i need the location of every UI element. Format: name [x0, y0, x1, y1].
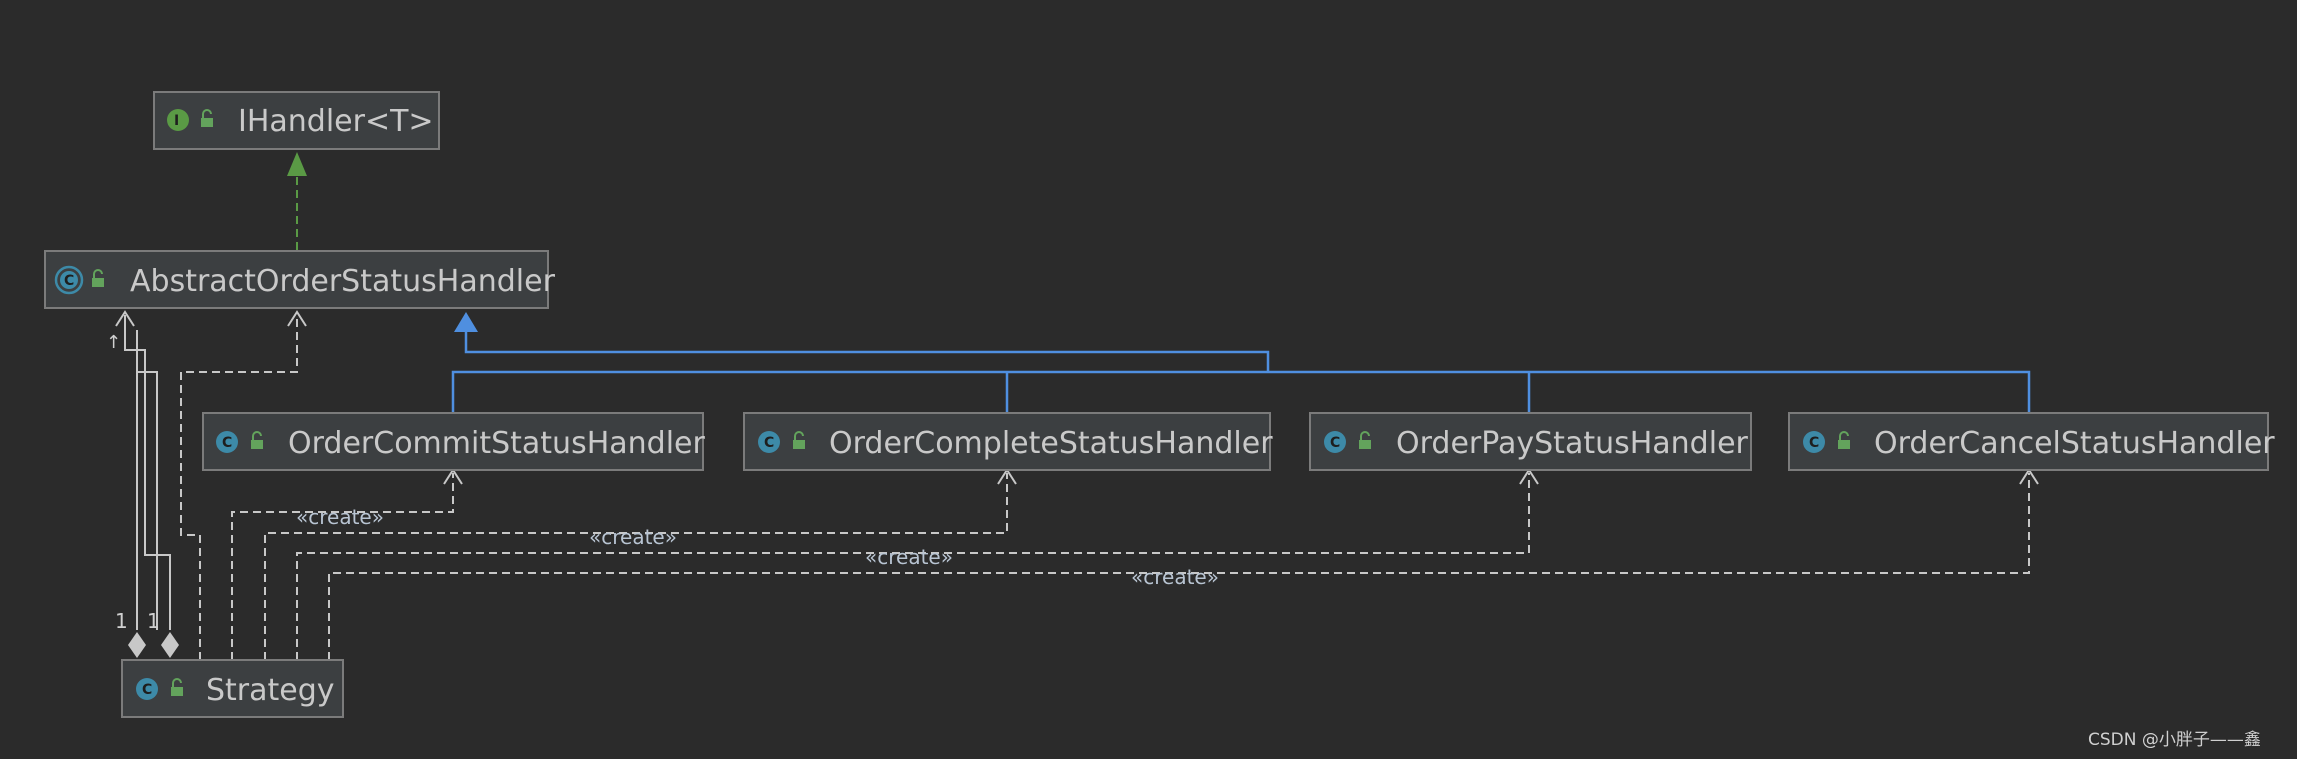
class-name: IHandler<T> — [238, 104, 434, 139]
aggregation-diamond-left — [128, 632, 146, 658]
class-node-order-commit-status-handler[interactable]: C OrderCommitStatusHandler — [202, 412, 705, 471]
class-name: OrderPayStatusHandler — [1396, 426, 1749, 461]
class-node-order-complete-status-handler[interactable]: C OrderCompleteStatusHandler — [743, 412, 1273, 471]
class-name: OrderCommitStatusHandler — [288, 426, 705, 461]
edge-strategy-create-abstract — [180, 310, 307, 660]
create-label-complete: «create» — [589, 525, 677, 549]
svg-text:C: C — [64, 273, 74, 289]
create-label-cancel: «create» — [1131, 565, 1219, 589]
class-name: AbstractOrderStatusHandler — [130, 264, 556, 299]
class-node-order-pay-status-handler[interactable]: C OrderPayStatusHandler — [1309, 412, 1752, 471]
edge-extends-abstract — [451, 312, 2031, 416]
aggregation-diamond-right — [161, 632, 179, 658]
navigability-mark: ↑ — [106, 332, 121, 353]
edge-strategy-create-commit — [231, 468, 463, 660]
svg-text:I: I — [174, 113, 179, 129]
svg-text:C: C — [222, 435, 232, 451]
create-label-commit: «create» — [296, 505, 384, 529]
svg-text:C: C — [1809, 435, 1819, 451]
multiplicity-left: 1 — [115, 609, 128, 633]
watermark: CSDN @小胖子——鑫 — [2088, 730, 2261, 750]
class-name: OrderCancelStatusHandler — [1874, 426, 2275, 461]
uml-class-diagram: «create» «create» «create» «create» 1 1 … — [44, 91, 2275, 750]
class-node-ihandler[interactable]: I IHandler<T> — [153, 91, 440, 150]
class-node-order-cancel-status-handler[interactable]: C OrderCancelStatusHandler — [1788, 412, 2275, 471]
edge-strategy-holds-abstract — [115, 310, 179, 658]
class-node-strategy[interactable]: C Strategy — [121, 659, 344, 718]
svg-text:C: C — [764, 435, 774, 451]
svg-text:C: C — [1330, 435, 1340, 451]
class-node-abstract-order-status-handler[interactable]: C AbstractOrderStatusHandler — [44, 250, 556, 309]
create-label-pay: «create» — [865, 545, 953, 569]
svg-text:C: C — [142, 682, 152, 698]
multiplicity-right: 1 — [147, 609, 160, 633]
class-name: Strategy — [206, 673, 335, 708]
class-name: OrderCompleteStatusHandler — [829, 426, 1273, 461]
edge-realizes-ihandler — [287, 152, 307, 250]
